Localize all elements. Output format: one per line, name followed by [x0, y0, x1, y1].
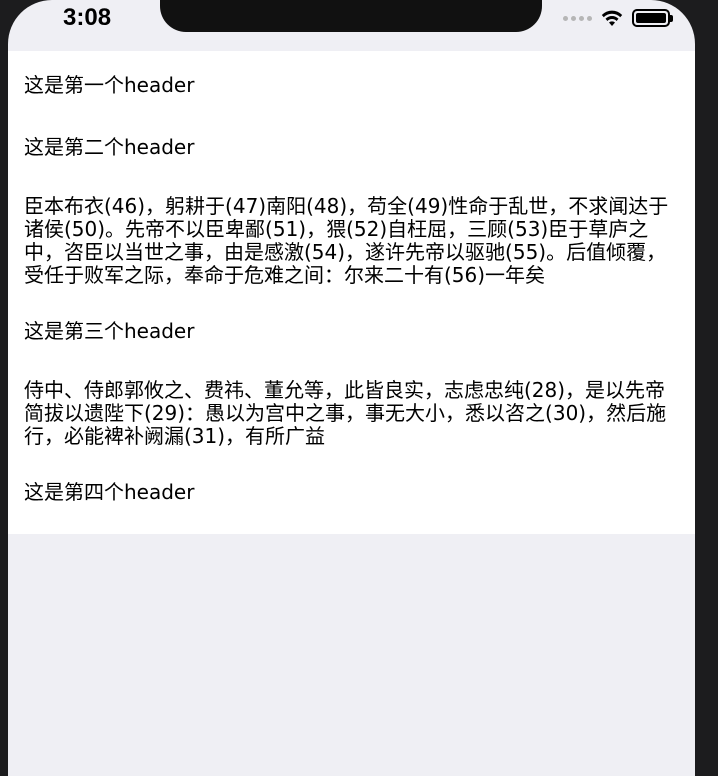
phone-screen: 3:08 这是第一个header 这是第二个header 臣本布衣(46)，躬耕…: [8, 0, 695, 776]
notch: [160, 0, 542, 32]
section-header-3: 这是第三个header: [24, 319, 195, 343]
paragraph-2: 侍中、侍郎郭攸之、费祎、董允等，此皆良实，志虑忠纯(28)，是以先帝简拔以遗陛下…: [24, 378, 667, 448]
table-content: 这是第一个header 这是第二个header 臣本布衣(46)，躬耕于(47)…: [8, 51, 695, 534]
section-header-4: 这是第四个header: [24, 480, 195, 504]
signal-icon: [563, 15, 592, 21]
section-header-2: 这是第二个header: [24, 135, 195, 159]
section-header-1: 这是第一个header: [24, 73, 195, 97]
status-time: 3:08: [63, 4, 112, 31]
wifi-icon: [601, 10, 623, 26]
battery-icon: [632, 9, 673, 27]
status-icons: [563, 9, 673, 27]
paragraph-1: 臣本布衣(46)，躬耕于(47)南阳(48)，苟全(49)性命于乱世，不求闻达于…: [24, 194, 669, 287]
